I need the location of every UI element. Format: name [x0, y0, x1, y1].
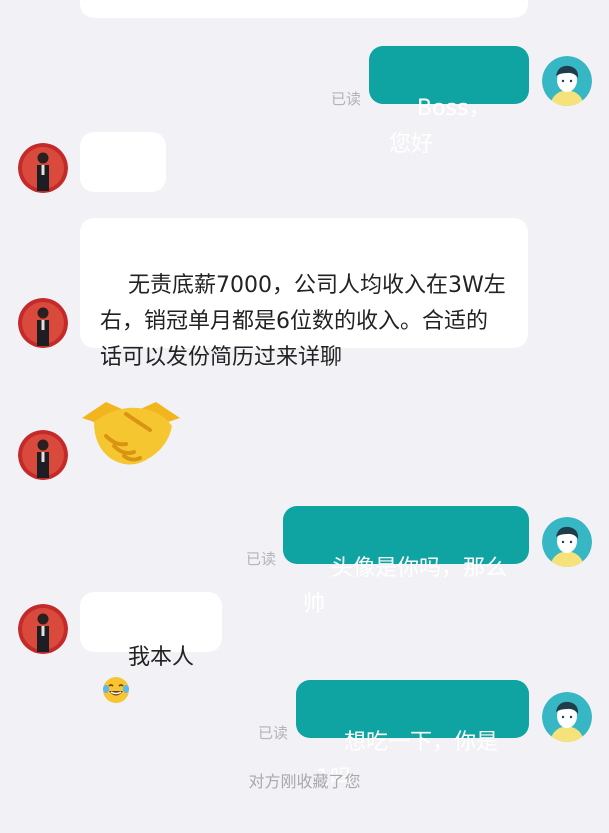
my-avatar[interactable] — [542, 692, 592, 742]
outgoing-message-bubble[interactable]: Boss，您好 — [369, 46, 529, 157]
my-avatar[interactable] — [542, 517, 592, 567]
incoming-message-bubble[interactable]: 我本人 — [80, 592, 222, 703]
handshake-icon — [82, 402, 180, 465]
boss-avatar[interactable] — [18, 143, 68, 193]
message-text: 头像是你吗，那么帅 — [303, 556, 507, 617]
boss-avatar[interactable] — [18, 604, 68, 654]
incoming-message-bubble[interactable]: 你好 — [80, 132, 166, 246]
boss-avatar[interactable] — [18, 430, 68, 480]
handshake-sticker[interactable] — [76, 388, 186, 478]
system-notice: 对方刚收藏了您 — [248, 772, 361, 791]
read-status: 已读 — [331, 90, 362, 108]
outgoing-message-bubble[interactable]: 想吃一下，你是1吗 — [296, 680, 529, 791]
boss-avatar[interactable] — [18, 298, 68, 348]
message-text: 无责底薪7000，公司人均收入在3W左右，销冠单月都是6位数的收入。合适的话可以… — [100, 273, 506, 370]
incoming-message-bubble[interactable]: 无责底薪7000，公司人均收入在3W左右，销冠单月都是6位数的收入。合适的话可以… — [80, 218, 528, 370]
outgoing-message-bubble[interactable]: 头像是你吗，那么帅 — [283, 506, 529, 617]
message-text: Boss，您好 — [389, 96, 491, 157]
laughing-tears-emoji-icon — [102, 676, 130, 704]
read-status: 已读 — [246, 550, 277, 568]
chat-screen: 已读 Boss，您好 你好 — [0, 0, 609, 813]
previous-message-bubble — [80, 0, 528, 18]
read-status: 已读 — [258, 724, 289, 742]
message-text: 我本人 — [127, 645, 194, 670]
my-avatar[interactable] — [542, 56, 592, 106]
